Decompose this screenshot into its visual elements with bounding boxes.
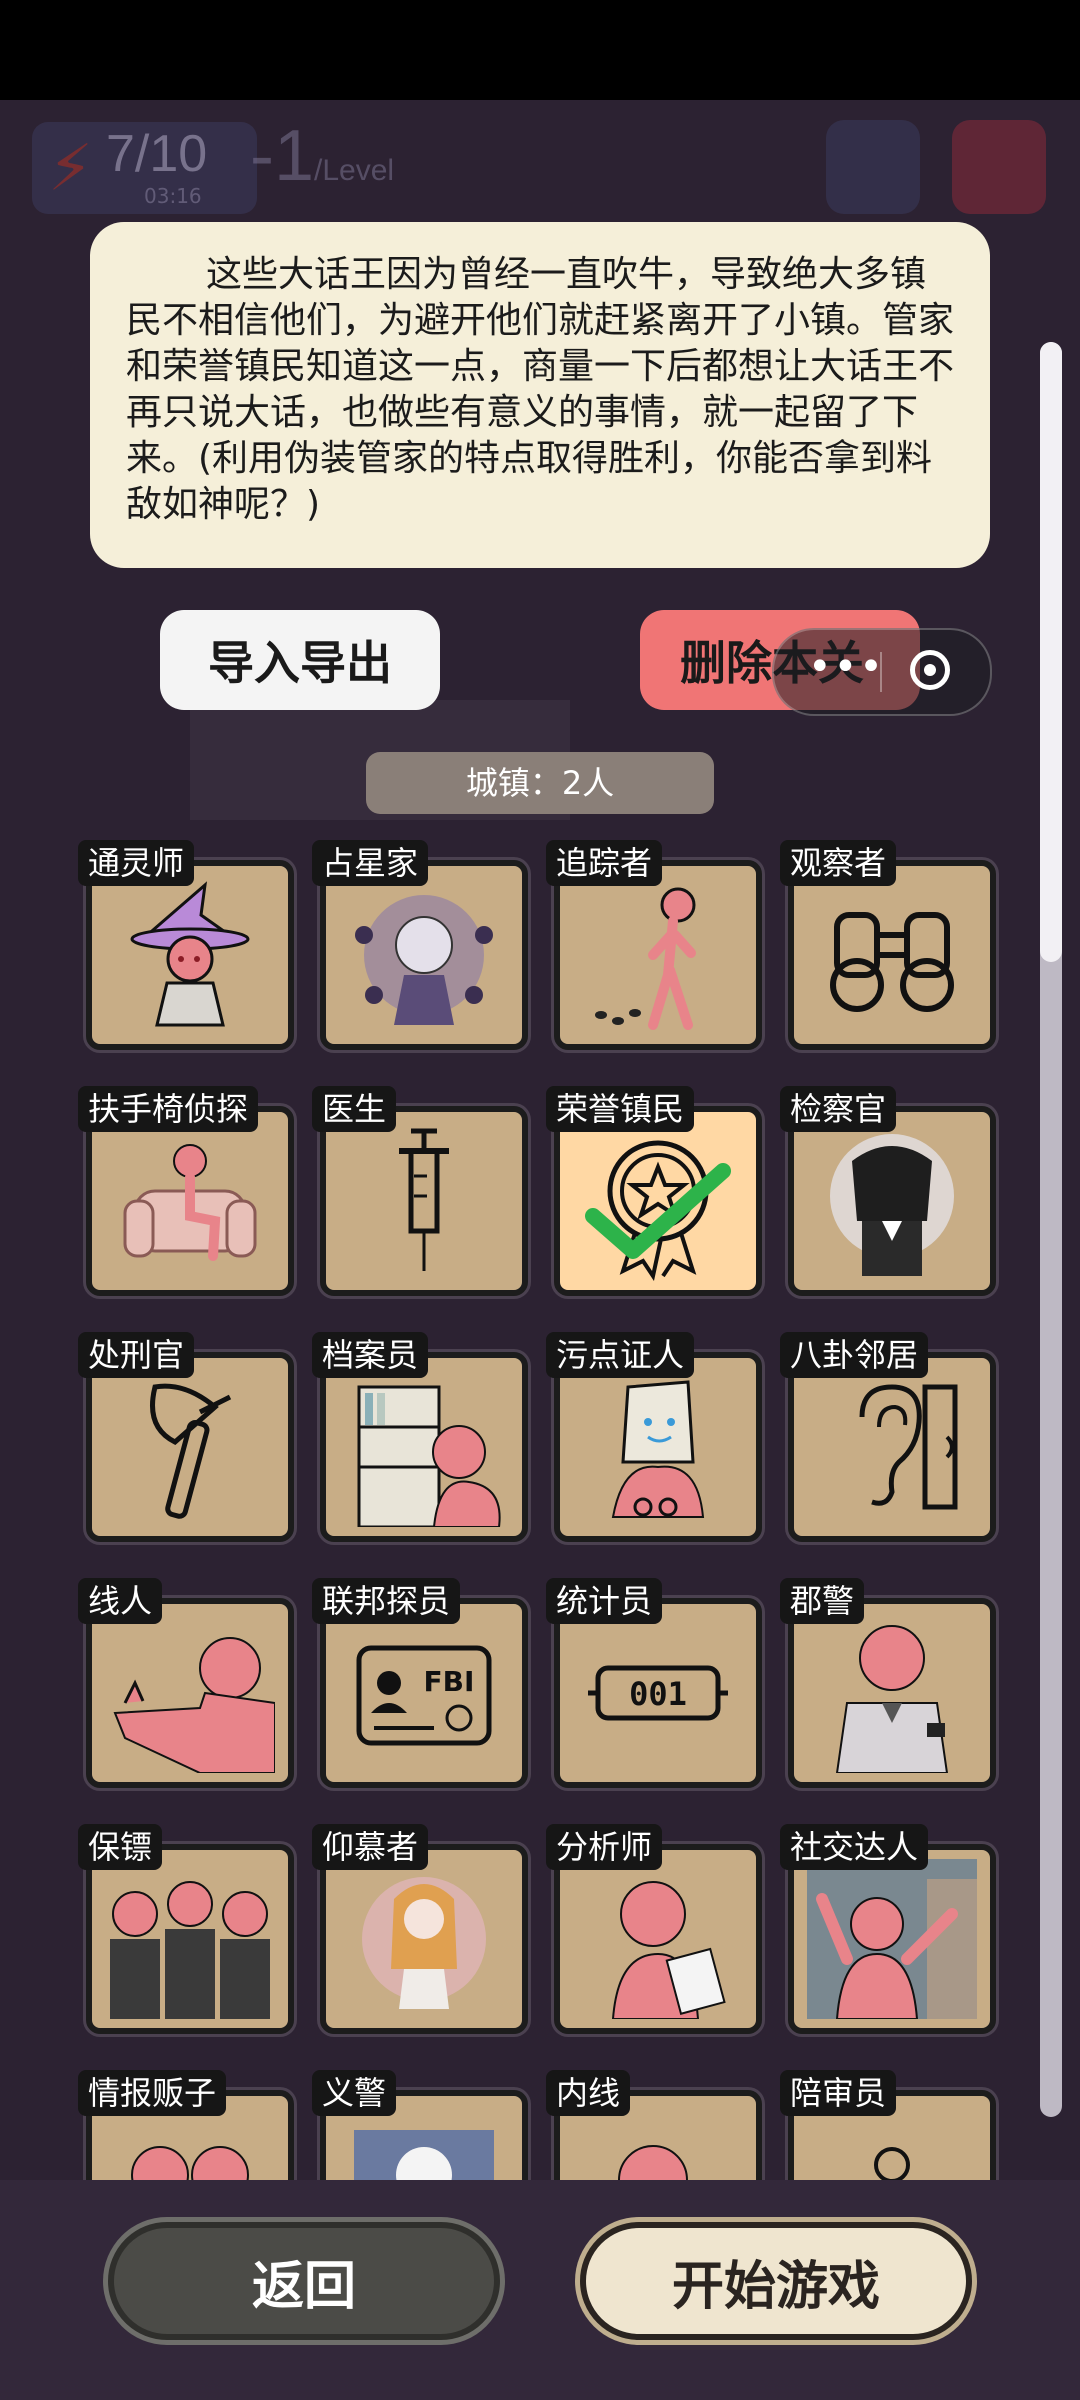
- role-name: 污点证人: [546, 1332, 695, 1378]
- stamina-value: 7/10: [106, 125, 208, 183]
- insider-icon: [618, 2145, 688, 2180]
- fbi-text: FBI: [424, 1665, 475, 1698]
- role-name: 线人: [78, 1578, 163, 1624]
- fbi-badge-icon: FBI: [356, 1645, 492, 1746]
- role-name: 义警: [312, 2070, 397, 2116]
- role-card[interactable]: 分析师: [546, 1824, 762, 2034]
- role-name: 检察官: [780, 1086, 897, 1132]
- role-name: 档案员: [312, 1332, 429, 1378]
- bookshelf-icon: [357, 1385, 501, 1527]
- medium-witch-icon: [130, 881, 250, 1027]
- admirer-icon: [362, 1877, 486, 2009]
- binoculars-icon: [830, 912, 954, 1012]
- stamina-timer: 03:16: [144, 184, 202, 208]
- role-name: 处刑官: [78, 1332, 195, 1378]
- astrologer-icon: [355, 895, 493, 1025]
- stamina-counter: ⚡ 7/10 03:16: [32, 122, 257, 214]
- role-card[interactable]: 占星家: [312, 840, 528, 1050]
- syringe-icon: [399, 1128, 449, 1271]
- start-game-button[interactable]: 开始游戏: [580, 2222, 972, 2340]
- role-card[interactable]: 郡警: [780, 1578, 996, 1788]
- role-name: 扶手椅侦探: [78, 1086, 259, 1132]
- vigilante-icon: [354, 2130, 494, 2180]
- role-card[interactable]: 追踪者: [546, 840, 762, 1050]
- role-name: 医生: [312, 1086, 397, 1132]
- role-name: 分析师: [546, 1824, 663, 1870]
- sheriff-icon: [835, 1625, 949, 1773]
- role-card[interactable]: FBI 联邦探员: [312, 1578, 528, 1788]
- role-card-selected[interactable]: 荣誉镇民: [546, 1086, 762, 1296]
- role-card[interactable]: 陪审员: [780, 2070, 996, 2180]
- role-card[interactable]: 内线: [546, 2070, 762, 2180]
- role-name: 统计员: [546, 1578, 663, 1624]
- music-button: [952, 120, 1046, 214]
- role-card[interactable]: 档案员: [312, 1332, 528, 1542]
- role-card[interactable]: 污点证人: [546, 1332, 762, 1542]
- more-icon[interactable]: •••: [808, 644, 885, 690]
- prosecutor-icon: [830, 1134, 954, 1276]
- role-name: 追踪者: [546, 840, 663, 886]
- role-card[interactable]: 义警: [312, 2070, 528, 2180]
- back-button[interactable]: 返回: [108, 2222, 500, 2340]
- role-name: 荣誉镇民: [546, 1086, 695, 1132]
- role-card[interactable]: 观察者: [780, 840, 996, 1050]
- role-card[interactable]: 八卦邻居: [780, 1332, 996, 1542]
- role-name: 郡警: [780, 1578, 865, 1624]
- role-card[interactable]: 社交达人: [780, 1824, 996, 2034]
- role-card[interactable]: 仰慕者: [312, 1824, 528, 2034]
- ear-icon: [859, 1384, 958, 1510]
- role-name: 保镖: [78, 1824, 163, 1870]
- juror-icon: [874, 2147, 910, 2180]
- role-name: 观察者: [780, 840, 897, 886]
- status-bar: [0, 0, 1080, 100]
- tracker-icon: [595, 887, 696, 1030]
- role-name: 联邦探员: [312, 1578, 461, 1624]
- axe-icon: [150, 1383, 232, 1519]
- role-name: 通灵师: [78, 840, 195, 886]
- role-card[interactable]: 检察官: [780, 1086, 996, 1296]
- level-suffix: /Level: [314, 154, 395, 187]
- role-name: 情报贩子: [78, 2070, 227, 2116]
- bodyguards-icon: [110, 1881, 270, 2019]
- role-card[interactable]: 通灵师: [78, 840, 294, 1050]
- role-card[interactable]: 情报贩子: [78, 2070, 294, 2180]
- mini-program-capsule[interactable]: •••: [772, 628, 992, 716]
- import-export-button[interactable]: 导入导出: [160, 610, 440, 710]
- role-card[interactable]: 医生: [312, 1086, 528, 1296]
- capsule-divider: [880, 652, 882, 692]
- role-grid: 通灵师 占星家 追踪者 观察者 扶手椅侦探 医生 荣誉镇民 检察官 处刑官 档案…: [0, 840, 1080, 2180]
- level-number: -1: [250, 116, 315, 196]
- thumbs-up-icon: [113, 1637, 275, 1773]
- level-description: 这些大话王因为曾经一直吹牛，导致绝大多镇民不相信他们，为避开他们就赶紧离开了小镇…: [90, 222, 990, 568]
- role-name: 八卦邻居: [780, 1332, 929, 1378]
- close-target-icon[interactable]: [910, 650, 950, 690]
- role-name: 仰慕者: [312, 1824, 429, 1870]
- level-indicator: -1/Level: [250, 115, 394, 197]
- informant-icon: [131, 2146, 249, 2180]
- role-name: 内线: [546, 2070, 631, 2116]
- role-name: 陪审员: [780, 2070, 897, 2116]
- armchair-icon: [123, 1144, 257, 1261]
- town-count: 城镇：2人: [366, 752, 714, 814]
- analyst-icon: [611, 1881, 726, 2019]
- medal-icon: [585, 1140, 731, 1281]
- role-card[interactable]: 001 统计员: [546, 1578, 762, 1788]
- bag-head-icon: [611, 1380, 705, 1518]
- role-card[interactable]: 保镖: [78, 1824, 294, 2034]
- counter-digits: 001: [629, 1675, 687, 1713]
- counter-icon: 001: [588, 1665, 728, 1721]
- role-card[interactable]: 扶手椅侦探: [78, 1086, 294, 1296]
- socialite-icon: [807, 1859, 977, 2019]
- role-name: 社交达人: [780, 1824, 929, 1870]
- role-card[interactable]: 处刑官: [78, 1332, 294, 1542]
- role-card[interactable]: 线人: [78, 1578, 294, 1788]
- lightning-icon: ⚡: [48, 132, 93, 206]
- notes-button: [826, 120, 920, 214]
- role-name: 占星家: [312, 840, 429, 886]
